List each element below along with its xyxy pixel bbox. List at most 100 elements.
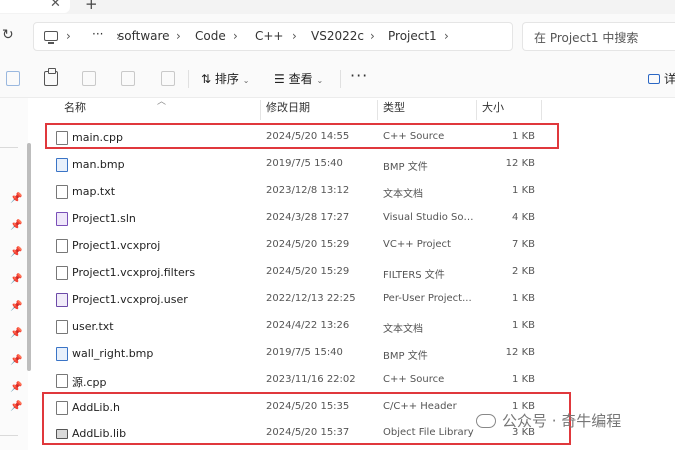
- sort-label: 排序: [214, 72, 239, 86]
- column-divider[interactable]: [541, 100, 542, 120]
- txt-file-icon: [56, 320, 68, 334]
- file-row[interactable]: man.bmp 2019/7/5 15:40 BMP 文件 12 KB: [45, 151, 565, 178]
- pin-icon[interactable]: 📌: [10, 401, 22, 412]
- chevron-right-icon[interactable]: ›: [176, 29, 181, 43]
- file-modified: 2022/12/13 22:25: [266, 293, 356, 304]
- file-type: C++ Source: [383, 374, 445, 385]
- more-options-button[interactable]: ···: [350, 66, 368, 85]
- view-label: 查看: [288, 72, 313, 86]
- view-button[interactable]: ☰ 查看 ⌄: [274, 70, 323, 87]
- pin-icon[interactable]: 📌: [10, 247, 22, 258]
- pin-icon[interactable]: 📌: [10, 328, 22, 339]
- file-row[interactable]: Project1.vcxproj.filters 2024/5/20 15:29…: [45, 259, 565, 286]
- txt-file-icon: [56, 185, 68, 199]
- breadcrumb-project1[interactable]: Project1: [388, 29, 437, 43]
- file-row[interactable]: 源.cpp 2023/11/16 22:02 C++ Source 1 KB: [45, 367, 565, 394]
- filters-file-icon: [56, 266, 68, 280]
- details-pane-button[interactable]: 详: [648, 70, 675, 87]
- file-type: Visual Studio Sol...: [383, 212, 475, 223]
- file-size: 1 KB: [512, 293, 535, 304]
- file-type: FILTERS 文件: [383, 270, 445, 281]
- file-modified: 2024/5/20 15:29: [266, 266, 350, 277]
- file-row[interactable]: map.txt 2023/12/8 13:12 文本文档 1 KB: [45, 178, 565, 205]
- vcxproj-file-icon: [56, 239, 68, 253]
- file-name: 源.cpp: [72, 376, 107, 389]
- cpp-file-icon: [56, 374, 68, 388]
- toolbar-divider: [188, 70, 189, 88]
- file-name: user.txt: [72, 320, 114, 333]
- navigation-pane[interactable]: 📌 📌 📌 📌 📌 📌 📌 📌 📌: [0, 98, 28, 450]
- close-tab-icon[interactable]: ✕: [50, 0, 61, 11]
- share-icon[interactable]: [121, 71, 135, 86]
- delete-icon[interactable]: [161, 71, 175, 86]
- sort-ascending-icon: ︿: [157, 97, 167, 107]
- chevron-right-icon[interactable]: ›: [444, 29, 449, 43]
- refresh-icon[interactable]: ↻: [2, 27, 14, 43]
- pin-icon[interactable]: 📌: [10, 355, 22, 366]
- file-size: 1 KB: [512, 185, 535, 196]
- file-type: 文本文档: [383, 189, 423, 200]
- sort-icon: ⇅: [201, 72, 212, 86]
- chevron-right-icon[interactable]: ›: [233, 29, 238, 43]
- search-placeholder: 在 Project1 中搜索: [534, 31, 639, 45]
- file-row[interactable]: wall_right.bmp 2019/7/5 15:40 BMP 文件 12 …: [45, 340, 565, 367]
- file-row[interactable]: user.txt 2024/4/22 13:26 文本文档 1 KB: [45, 313, 565, 340]
- nav-divider: [0, 147, 18, 148]
- scrollbar[interactable]: [27, 143, 31, 371]
- file-size: 4 KB: [512, 212, 535, 223]
- file-row[interactable]: Project1.vcxproj.user 2022/12/13 22:25 P…: [45, 286, 565, 313]
- rename-icon[interactable]: [82, 71, 96, 86]
- pin-icon[interactable]: 📌: [10, 193, 22, 204]
- file-modified: 2024/3/28 17:27: [266, 212, 350, 223]
- file-row[interactable]: Project1.sln 2024/3/28 17:27 Visual Stud…: [45, 205, 565, 232]
- file-name: Project1.vcxproj.filters: [72, 266, 196, 279]
- new-tab-icon[interactable]: +: [85, 0, 98, 13]
- pin-icon[interactable]: 📌: [10, 301, 22, 312]
- watermark: 公众号 · 奇牛编程: [476, 410, 621, 431]
- command-bar: ⇅ 排序 ⌄ ☰ 查看 ⌄ ··· 详: [0, 60, 675, 98]
- breadcrumb-code[interactable]: Code: [195, 29, 226, 43]
- file-row[interactable]: Project1.vcxproj 2024/5/20 15:29 VC++ Pr…: [45, 232, 565, 259]
- chevron-down-icon: ⌄: [316, 76, 324, 85]
- column-divider[interactable]: [377, 100, 378, 120]
- toolbar-divider: [340, 70, 341, 88]
- paste-icon[interactable]: [44, 68, 58, 86]
- this-pc-icon[interactable]: [44, 31, 58, 44]
- wechat-logo-icon: [476, 414, 496, 428]
- column-header-modified[interactable]: 修改日期: [266, 99, 310, 121]
- file-name: Project1.vcxproj.user: [72, 293, 188, 306]
- pin-icon[interactable]: 📌: [10, 220, 22, 231]
- breadcrumb-more[interactable]: ···: [92, 27, 103, 41]
- address-bar[interactable]: › ··· › software › Code › C++ › VS2022c …: [33, 22, 513, 51]
- file-modified: 2019/7/5 15:40: [266, 347, 343, 358]
- breadcrumb-cpp[interactable]: C++: [255, 29, 284, 43]
- file-type: BMP 文件: [383, 351, 428, 362]
- copy-icon[interactable]: [6, 71, 20, 86]
- search-input[interactable]: 在 Project1 中搜索: [522, 22, 675, 51]
- view-icon: ☰: [274, 72, 285, 86]
- watermark-text: 公众号 · 奇牛编程: [502, 412, 622, 430]
- sort-button[interactable]: ⇅ 排序 ⌄: [201, 70, 249, 87]
- column-header-type[interactable]: 类型: [383, 99, 405, 121]
- column-divider[interactable]: [260, 100, 261, 120]
- chevron-down-icon: ⌄: [242, 76, 250, 85]
- file-size: 2 KB: [512, 266, 535, 277]
- column-header-name[interactable]: 名称: [64, 99, 86, 121]
- highlight-box: [45, 123, 559, 149]
- tab-strip: ✕ +: [0, 0, 675, 14]
- file-type: BMP 文件: [383, 162, 428, 173]
- pin-icon[interactable]: 📌: [10, 274, 22, 285]
- chevron-right-icon[interactable]: ›: [66, 29, 71, 43]
- nav-divider: [0, 435, 18, 436]
- file-name: man.bmp: [72, 158, 125, 171]
- column-divider[interactable]: [476, 100, 477, 120]
- breadcrumb-vs2022c[interactable]: VS2022c: [311, 29, 364, 43]
- column-header-size[interactable]: 大小: [482, 99, 504, 121]
- chevron-right-icon[interactable]: ›: [292, 29, 297, 43]
- pin-icon[interactable]: 📌: [10, 382, 22, 393]
- chevron-right-icon[interactable]: ›: [370, 29, 375, 43]
- file-modified: 2019/7/5 15:40: [266, 158, 343, 169]
- breadcrumb-software[interactable]: software: [118, 29, 170, 43]
- file-type: 文本文档: [383, 324, 423, 335]
- address-row: ↻ › ··· › software › Code › C++ › VS2022…: [0, 14, 675, 60]
